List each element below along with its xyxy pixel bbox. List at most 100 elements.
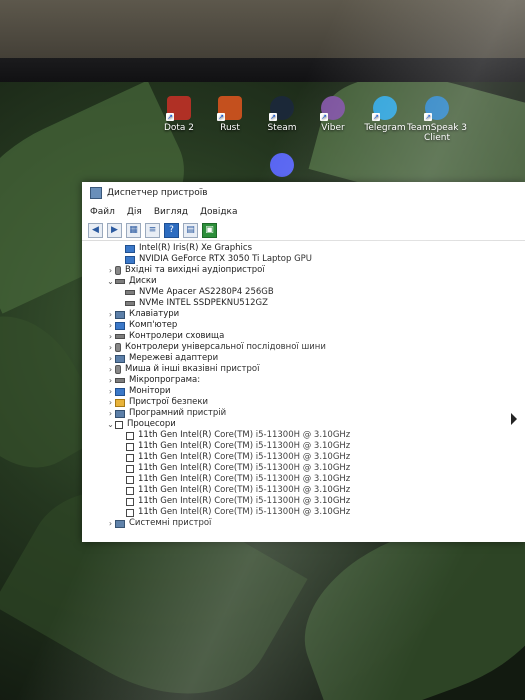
chevron-down-icon[interactable]: ⌄ (106, 276, 115, 287)
tree-item[interactable]: NVMe INTEL SSDPEKNU512GZ (82, 298, 525, 309)
tree-item-label: Intel(R) Iris(R) Xe Graphics (139, 243, 252, 253)
tree-item[interactable]: › Контролери універсальної послідовної ши… (82, 342, 525, 353)
rust-icon: ↗ (217, 96, 242, 121)
network-icon (115, 354, 125, 363)
tree-item[interactable]: NVIDIA GeForce RTX 3050 Ti Laptop GPU (82, 254, 525, 265)
display-adapter-icon (125, 244, 135, 253)
tree-item[interactable]: 11th Gen Intel(R) Core(TM) i5-11300H @ 3… (82, 452, 525, 463)
menu-action[interactable]: Дія (127, 207, 142, 217)
tree-item-label: NVMe INTEL SSDPEKNU512GZ (139, 298, 268, 308)
chevron-right-icon[interactable]: › (106, 375, 115, 386)
tree-item[interactable]: › Контролери сховища (82, 331, 525, 342)
chevron-right-icon[interactable]: › (106, 320, 115, 331)
desktop-icon-rust[interactable]: ↗ Rust (200, 96, 260, 133)
processor-icon (126, 475, 134, 484)
laptop-bezel (0, 58, 525, 84)
tree-item-label: Процесори (127, 419, 176, 429)
tree-item-label: 11th Gen Intel(R) Core(TM) i5-11300H @ 3… (138, 485, 351, 495)
processor-icon (126, 464, 134, 473)
tree-item[interactable]: NVMe Apacer AS2280P4 256GB (82, 287, 525, 298)
menu-help[interactable]: Довідка (200, 207, 238, 217)
tree-item[interactable]: 11th Gen Intel(R) Core(TM) i5-11300H @ 3… (82, 463, 525, 474)
desktop-icon-label: TeamSpeak 3 Client (406, 123, 468, 143)
usb-icon (115, 343, 121, 352)
chevron-right-icon[interactable]: › (106, 331, 115, 342)
tree-item[interactable]: ⌄ Диски (82, 276, 525, 287)
menu-bar: Файл Дія Вигляд Довідка (82, 204, 525, 220)
list-icon[interactable]: ≡ (145, 222, 160, 238)
tree-item[interactable]: › Пристрої безпеки (82, 397, 525, 408)
tree-item-label: Контролери універсальної послідовної шин… (125, 342, 326, 352)
scan-icon[interactable]: ▤ (183, 222, 198, 238)
tree-item-label: Контролери сховища (129, 331, 225, 341)
title-bar[interactable]: Диспетчер пристроїв (82, 182, 525, 204)
desktop-icon-discord[interactable] (252, 153, 312, 180)
tree-item-label: Системні пристрої (129, 518, 212, 528)
menu-file[interactable]: Файл (90, 207, 115, 217)
tree-item[interactable]: › Системні пристрої (82, 518, 525, 529)
teamspeak-icon: ↗ (424, 96, 449, 121)
desktop-icon-label: Rust (220, 123, 240, 133)
discord-icon (270, 153, 294, 177)
tree-item[interactable]: 11th Gen Intel(R) Core(TM) i5-11300H @ 3… (82, 441, 525, 452)
tree-item-label: Мікропрограма: (129, 375, 201, 385)
chevron-down-icon[interactable]: ⌄ (106, 419, 115, 430)
tree-item-label: 11th Gen Intel(R) Core(TM) i5-11300H @ 3… (138, 496, 351, 506)
processor-icon (126, 486, 134, 495)
desktop-icon-label: Viber (321, 123, 345, 133)
desktop-icon-teamspeak[interactable]: ↗ TeamSpeak 3 Client (406, 96, 468, 143)
properties-icon[interactable]: ▦ (126, 222, 141, 238)
forward-icon[interactable]: ▶ (107, 222, 122, 238)
tree-item-label: Диски (129, 276, 157, 286)
tree-item[interactable]: › Мікропрограма: (82, 375, 525, 386)
monitor-icon[interactable]: ▣ (202, 222, 217, 238)
tree-item-label: 11th Gen Intel(R) Core(TM) i5-11300H @ 3… (138, 463, 351, 473)
tree-item[interactable]: › Вхідні та вихідні аудіопристрої (82, 265, 525, 276)
chevron-right-icon[interactable]: › (106, 518, 115, 529)
security-icon (115, 398, 125, 407)
tree-item-label: Клавіатури (129, 309, 180, 319)
tree-item[interactable]: 11th Gen Intel(R) Core(TM) i5-11300H @ 3… (82, 496, 525, 507)
dota2-icon: ↗ (166, 96, 191, 121)
device-tree: Intel(R) Iris(R) Xe Graphics NVIDIA GeFo… (82, 241, 525, 529)
keyboard-icon (115, 310, 125, 319)
chevron-right-icon[interactable]: › (106, 342, 115, 353)
telegram-icon: ↗ (372, 96, 397, 121)
tree-item[interactable]: 11th Gen Intel(R) Core(TM) i5-11300H @ 3… (82, 430, 525, 441)
chevron-right-icon[interactable]: › (106, 265, 115, 276)
tree-item-label: NVIDIA GeForce RTX 3050 Ti Laptop GPU (139, 254, 313, 264)
steam-icon: ↗ (269, 96, 294, 121)
system-device-icon (115, 519, 125, 528)
processor-icon (126, 453, 134, 462)
chevron-right-icon[interactable]: › (106, 386, 115, 397)
tree-item-label: 11th Gen Intel(R) Core(TM) i5-11300H @ 3… (138, 430, 351, 440)
tree-item[interactable]: › Мережеві адаптери (82, 353, 525, 364)
tree-item[interactable]: 11th Gen Intel(R) Core(TM) i5-11300H @ 3… (82, 474, 525, 485)
display-adapter-icon (125, 255, 135, 264)
tree-item-label: 11th Gen Intel(R) Core(TM) i5-11300H @ 3… (138, 452, 351, 462)
tree-item[interactable]: 11th Gen Intel(R) Core(TM) i5-11300H @ 3… (82, 507, 525, 518)
mouse-icon (115, 365, 121, 374)
chevron-right-icon[interactable]: › (106, 309, 115, 320)
disk-icon (115, 279, 125, 284)
tree-item[interactable]: › Клавіатури (82, 309, 525, 320)
chevron-right-icon[interactable]: › (106, 353, 115, 364)
tree-item[interactable]: › Програмний пристрій (82, 408, 525, 419)
processor-icon (126, 442, 134, 451)
tree-item[interactable]: › Миша й інші вказівні пристрої (82, 364, 525, 375)
chevron-right-icon[interactable]: › (106, 364, 115, 375)
tree-item[interactable]: ⌄ Процесори (82, 419, 525, 430)
tree-item[interactable]: Intel(R) Iris(R) Xe Graphics (82, 243, 525, 254)
computer-icon (115, 321, 125, 330)
chevron-right-icon[interactable]: › (106, 397, 115, 408)
desktop-icon-viber[interactable]: ↗ Viber (303, 96, 363, 133)
software-device-icon (115, 409, 125, 418)
back-icon[interactable]: ◀ (88, 222, 103, 238)
help-icon[interactable]: ? (164, 222, 179, 238)
menu-view[interactable]: Вигляд (154, 207, 188, 217)
tree-item[interactable]: 11th Gen Intel(R) Core(TM) i5-11300H @ 3… (82, 485, 525, 496)
chevron-right-icon[interactable]: › (106, 408, 115, 419)
tree-item[interactable]: › Комп'ютер (82, 320, 525, 331)
viber-icon: ↗ (320, 96, 345, 121)
tree-item[interactable]: › Монітори (82, 386, 525, 397)
